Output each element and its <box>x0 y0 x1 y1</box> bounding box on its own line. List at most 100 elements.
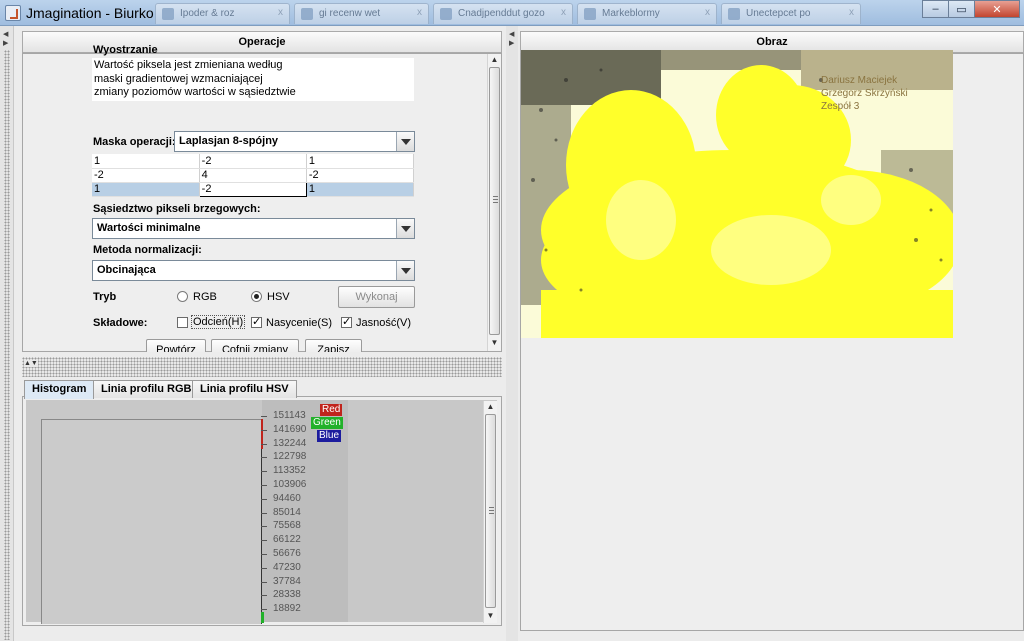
tab-histogram[interactable]: Histogram <box>24 380 95 399</box>
brightness-label[interactable]: Jasność(V) <box>356 317 411 329</box>
tab-favicon-icon <box>728 8 740 20</box>
mode-rgb-label[interactable]: RGB <box>193 291 217 303</box>
mask-cell[interactable]: 1 <box>92 154 200 169</box>
mode-hsv-radio[interactable] <box>251 291 262 302</box>
mode-hsv-label[interactable]: HSV <box>267 291 290 303</box>
window-controls: ‒ ▭ ✕ <box>922 0 1020 20</box>
processed-image[interactable]: Dariusz Maciejek Grzegorz Skrzyński Zesp… <box>521 50 953 338</box>
y-axis-tick-label: 132244 <box>273 437 307 449</box>
image-overlay-text: Dariusz Maciejek Grzegorz Skrzyński Zesp… <box>821 74 908 113</box>
border-pixels-label: Sąsiedztwo pikseli brzegowych: <box>93 203 261 215</box>
normalization-label: Metoda normalizacji: <box>93 244 202 256</box>
saturation-checkbox[interactable]: ✓ <box>251 317 262 328</box>
chevron-down-icon[interactable] <box>396 261 414 280</box>
y-axis-tick-label: 47230 <box>273 561 301 573</box>
y-axis-tick-label: 28338 <box>273 589 301 601</box>
mask-cell[interactable]: 1 <box>306 154 415 169</box>
chevron-down-icon[interactable] <box>396 132 414 151</box>
mask-cell[interactable]: -2 <box>306 168 415 183</box>
mask-cell[interactable]: 1 <box>306 182 415 197</box>
y-axis-tick <box>261 429 267 431</box>
undo-button[interactable]: Cofnij zmiany <box>211 339 299 352</box>
mask-cell-editing[interactable]: -2 <box>198 181 307 197</box>
tab-close-icon: x <box>705 7 710 18</box>
repeat-button[interactable]: Powtórz <box>146 339 206 352</box>
vertical-split-divider[interactable]: ◀ ▶ <box>506 26 518 641</box>
y-axis-tick-label: 37784 <box>273 575 301 587</box>
action-buttons-clip: Powtórz Cofnij zmiany Zapisz <box>22 339 488 352</box>
mask-cell[interactable]: 1 <box>92 182 200 197</box>
mask-cell[interactable]: 4 <box>199 168 307 183</box>
saturation-label[interactable]: Nasycenie(S) <box>266 317 332 329</box>
mode-rgb-radio[interactable] <box>177 291 188 302</box>
y-axis-tick <box>261 554 267 555</box>
collapse-arrow-icon[interactable]: ◀ <box>509 30 514 38</box>
tab-hsv-profile[interactable]: Linia profilu HSV <box>192 380 297 398</box>
components-label: Składowe: <box>93 317 148 329</box>
y-axis-tick <box>261 567 267 569</box>
y-axis-tick <box>261 471 267 473</box>
description-line: maski gradientowej wzmacniającej <box>94 72 263 85</box>
background-browser-tab: Unectepcet po x <box>721 3 861 24</box>
mask-cell[interactable]: -2 <box>199 154 307 169</box>
y-axis-tick-label: 94460 <box>273 492 301 504</box>
scrollbar-thumb[interactable] <box>485 414 496 608</box>
hue-checkbox[interactable] <box>177 317 188 328</box>
y-axis-tick-label: 113352 <box>273 465 306 477</box>
operations-scrollbar[interactable]: ▲ ▼ <box>487 54 501 351</box>
mask-row: -2 4 -2 <box>92 168 415 183</box>
legend-red: Red <box>320 404 343 416</box>
save-button[interactable]: Zapisz <box>305 339 362 352</box>
mask-select-value: Laplasjan 8-spójny <box>179 135 279 147</box>
y-axis-tick <box>261 443 267 445</box>
mask-matrix-table: 1 -2 1 -2 4 -2 1 -2 1 <box>92 154 415 197</box>
expand-arrow-icon[interactable]: ▶ <box>509 39 514 47</box>
thumb-grip-line <box>489 507 494 508</box>
scroll-up-icon[interactable]: ▲ <box>488 54 501 66</box>
java-app-icon <box>5 5 21 21</box>
histogram-scrollbar[interactable]: ▲ ▼ <box>483 401 497 623</box>
scroll-down-icon[interactable]: ▼ <box>484 610 497 622</box>
tab-close-icon: x <box>849 7 854 18</box>
left-split-divider[interactable]: ◀ ▶ <box>0 26 14 641</box>
tab-rgb-profile[interactable]: Linia profilu RGB <box>93 380 200 398</box>
expand-arrow-icon[interactable]: ▶ <box>3 39 8 47</box>
title-bar[interactable]: Jmagination - Biurko Ipoder & roz x gi re… <box>0 0 1024 26</box>
close-button[interactable]: ✕ <box>974 0 1020 18</box>
scroll-down-icon[interactable]: ▼ <box>488 337 501 349</box>
mask-row: 1 -2 1 <box>92 154 415 169</box>
green-channel-bar <box>261 612 264 623</box>
collapse-arrow-icon[interactable]: ◀ <box>3 30 8 38</box>
execute-button[interactable]: Wykonaj <box>338 286 415 308</box>
thumb-grip-line <box>493 202 498 203</box>
normalization-select[interactable]: Obcinająca <box>92 260 415 281</box>
chevron-down-icon[interactable] <box>396 219 414 238</box>
thumb-grip-line <box>493 196 498 197</box>
normalization-value: Obcinająca <box>97 264 156 276</box>
mask-row-selected: 1 -2 1 <box>92 181 415 197</box>
operation-title: Wyostrzanie <box>93 44 158 56</box>
divider-grip[interactable] <box>4 50 10 640</box>
split-arrows-icon[interactable]: ▲▼ <box>24 360 38 367</box>
border-pixels-select[interactable]: Wartości minimalne <box>92 218 415 239</box>
y-axis-tick <box>261 512 267 514</box>
scrollbar-thumb[interactable] <box>489 67 500 335</box>
scroll-up-icon[interactable]: ▲ <box>484 401 497 413</box>
tab-close-icon: x <box>417 7 422 18</box>
horizontal-split-divider[interactable]: ▲▼ <box>22 357 502 377</box>
minimize-button[interactable]: ‒ <box>922 0 949 18</box>
y-axis-tick <box>261 609 267 611</box>
mask-select[interactable]: Laplasjan 8-spójny <box>174 131 415 152</box>
y-axis-tick-label: 56676 <box>273 548 301 559</box>
y-axis-tick-label: 66122 <box>273 534 301 546</box>
y-axis-tick-label: 122798 <box>273 451 307 463</box>
hue-label[interactable]: Odcień(H) <box>191 315 246 329</box>
brightness-checkbox[interactable]: ✓ <box>341 317 352 328</box>
mask-cell[interactable]: -2 <box>92 168 200 183</box>
overlay-line: Grzegorz Skrzyński <box>821 88 908 99</box>
y-axis-tick <box>261 540 267 542</box>
tab-favicon-icon <box>162 8 174 20</box>
maximize-button[interactable]: ▭ <box>948 0 975 18</box>
background-browser-tab: Cnadjpenddut gozo x <box>433 3 573 24</box>
background-browser-tab: gi recenw wet x <box>294 3 429 24</box>
